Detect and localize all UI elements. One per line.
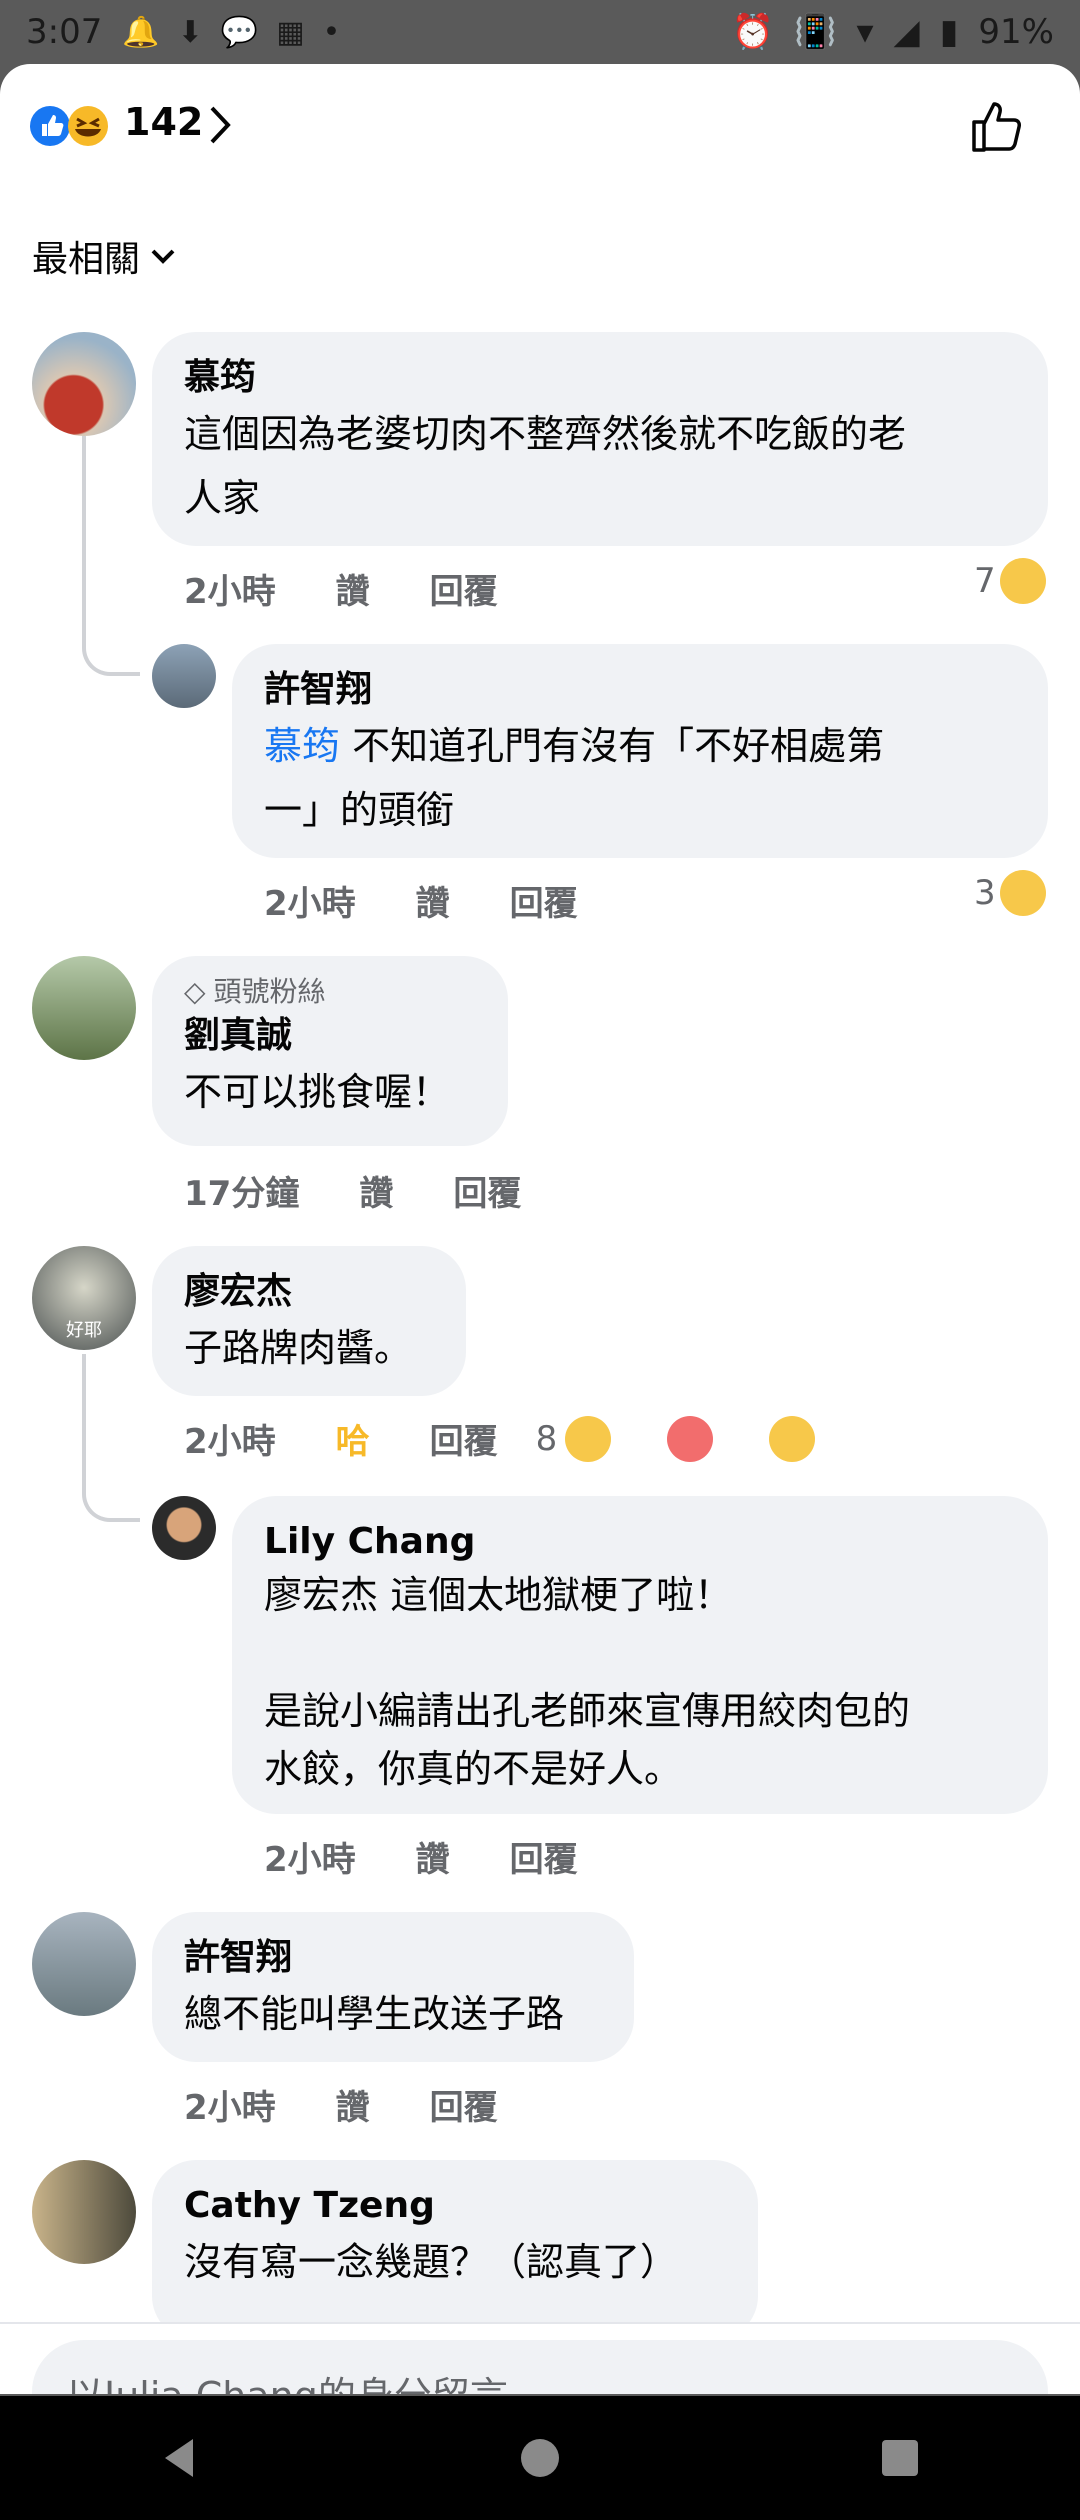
bell-icon: 🔔 xyxy=(122,14,160,50)
comment-reactions[interactable]: 3 xyxy=(974,870,1046,916)
chevron-down-icon xyxy=(151,249,175,264)
battery-level: 91% xyxy=(978,12,1054,52)
comment-author[interactable]: 慕筠 xyxy=(184,354,1016,402)
comment-actions: 17分鐘 讚 回覆 xyxy=(184,1166,581,1215)
comment-text: 不可以挑食喔！ xyxy=(184,1070,451,1114)
reply-action[interactable]: 回覆 xyxy=(430,2080,498,2129)
wow-icon xyxy=(769,1415,816,1462)
like-action[interactable]: 讚 xyxy=(336,2080,370,2129)
comment-text: 子路牌肉醬。 xyxy=(184,1326,413,1370)
comment-time: 2小時 xyxy=(184,2088,276,2128)
badge-label: 頭號粉絲 xyxy=(213,975,326,1008)
haha-icon xyxy=(999,870,1046,916)
comment-text: 總不能叫學生改送子路 xyxy=(184,1992,565,2036)
haha-icon xyxy=(999,558,1046,604)
dot-icon: • xyxy=(322,14,341,50)
comment-bubble: Cathy Tzeng 沒有寫一念幾題？（認真了） xyxy=(152,2160,758,2340)
comment-reactions[interactable]: 7 xyxy=(974,558,1046,604)
recents-icon[interactable] xyxy=(875,2433,925,2483)
comment-actions: 2小時 讚 回覆 xyxy=(264,876,638,925)
avatar[interactable] xyxy=(32,332,136,436)
download-icon: ⬇ xyxy=(177,14,203,50)
top-fan-badge: ◇ 頭號粉絲 xyxy=(184,972,476,1012)
avatar[interactable] xyxy=(32,2160,136,2264)
sort-label: 最相關 xyxy=(32,239,141,280)
comment-body: 不知道孔門有沒有「不好相處第 一」的頭銜 xyxy=(264,724,885,832)
comment-actions: 2小時 讚 回覆 xyxy=(184,564,558,613)
avatar[interactable] xyxy=(32,956,136,1060)
avatar[interactable] xyxy=(152,644,216,708)
reply-thread-line xyxy=(82,436,140,676)
haha-icon xyxy=(565,1415,612,1462)
comment-text: 廖宏杰 這個太地獄梗了啦！ 是說小編請出孔老師來宣傳用絞肉包的 水餃，你真的不是… xyxy=(264,1573,911,1791)
comment-input[interactable]: 以Julia Chang的身分留言 xyxy=(32,2340,1048,2394)
comment-author[interactable]: 廖宏杰 xyxy=(184,1268,434,1316)
comment-time: 17分鐘 xyxy=(184,1174,300,1214)
mention-link[interactable]: 慕筠 xyxy=(264,724,340,768)
avatar-caption: 好耶 xyxy=(66,1320,102,1341)
comment-text: 慕筠 不知道孔門有沒有「不好相處第 一」的頭銜 xyxy=(264,714,1016,842)
reply-action[interactable]: 回覆 xyxy=(430,1414,498,1463)
app-icon: ▦ xyxy=(276,14,305,50)
care-icon xyxy=(667,1415,714,1462)
diamond-icon: ◇ xyxy=(184,975,206,1008)
reaction-count: 3 xyxy=(974,873,996,913)
comment-time: 2小時 xyxy=(264,1840,356,1880)
like-haha-reaction-icons xyxy=(30,106,108,146)
comment-bubble: 廖宏杰 子路牌肉醬。 xyxy=(152,1246,466,1396)
like-action[interactable]: 讚 xyxy=(336,564,370,613)
reply-thread-line xyxy=(82,1354,140,1522)
comment-actions: 2小時 哈 回覆 8 xyxy=(184,1414,875,1463)
comment-author[interactable]: Lily Chang xyxy=(264,1518,1016,1566)
avatar[interactable] xyxy=(152,1496,216,1560)
comment-text: 這個因為老婆切肉不整齊然後就不吃飯的老 人家 xyxy=(184,412,907,520)
avatar[interactable]: 好耶 xyxy=(32,1246,136,1350)
navigation-bar xyxy=(0,2396,1080,2520)
like-action[interactable]: 讚 xyxy=(416,876,450,925)
comments-sheet: 142 最相關 慕筠 這個因為老婆切肉不整齊然後就不吃飯的老 人家 2小時 讚 … xyxy=(0,64,1080,2394)
home-icon[interactable] xyxy=(515,2433,565,2483)
reaction-count: 7 xyxy=(974,561,996,601)
alarm-icon: ⏰ xyxy=(731,12,775,52)
comment-author[interactable]: 劉真誠 xyxy=(184,1012,476,1060)
comment-actions: 2小時 讚 回覆 xyxy=(184,2080,558,2129)
chevron-right-icon[interactable] xyxy=(200,100,240,150)
comment-bubble: 慕筠 這個因為老婆切肉不整齊然後就不吃飯的老 人家 xyxy=(152,332,1048,546)
comment-time: 2小時 xyxy=(264,884,356,924)
comment-actions: 2小時 讚 回覆 xyxy=(264,1832,638,1881)
comment-bubble: 許智翔 慕筠 不知道孔門有沒有「不好相處第 一」的頭銜 xyxy=(232,644,1048,858)
comment-bubble: ◇ 頭號粉絲 劉真誠 不可以挑食喔！ xyxy=(152,956,508,1146)
like-thumb-icon[interactable] xyxy=(968,96,1028,156)
comment-text: 沒有寫一念幾題？（認真了） xyxy=(184,2240,679,2284)
like-action[interactable]: 讚 xyxy=(416,1832,450,1881)
sort-dropdown[interactable]: 最相關 xyxy=(32,230,178,282)
vibrate-icon: 📳 xyxy=(794,12,837,52)
back-icon[interactable] xyxy=(155,2433,205,2483)
avatar[interactable] xyxy=(32,1912,136,2016)
like-action[interactable]: 讚 xyxy=(359,1166,393,1215)
wifi-icon: ▾ xyxy=(856,12,874,52)
reaction-count: 142 xyxy=(124,100,204,144)
reply-action[interactable]: 回覆 xyxy=(430,564,498,613)
reaction-count[interactable]: 8 xyxy=(536,1419,558,1459)
status-time: 3:07 xyxy=(26,12,103,52)
reply-action[interactable]: 回覆 xyxy=(510,1832,578,1881)
comment-composer: 以Julia Chang的身分留言 xyxy=(0,2322,1080,2394)
reactions-header[interactable]: 142 xyxy=(0,64,1080,194)
status-bar: 3:07 🔔 ⬇ 💬 ▦ • ⏰ 📳 ▾ ◢ ▮ 91% xyxy=(0,0,1080,64)
messenger-icon: 💬 xyxy=(220,14,259,50)
comment-bubble: 許智翔 總不能叫學生改送子路 xyxy=(152,1912,634,2062)
comment-time: 2小時 xyxy=(184,572,276,612)
comment-time: 2小時 xyxy=(184,1422,276,1462)
comment-bubble: Lily Chang 廖宏杰 這個太地獄梗了啦！ 是說小編請出孔老師來宣傳用絞肉… xyxy=(232,1496,1048,1814)
reply-action[interactable]: 回覆 xyxy=(453,1166,521,1215)
comment-author[interactable]: 許智翔 xyxy=(264,666,1016,714)
reply-action[interactable]: 回覆 xyxy=(510,876,578,925)
comment-author[interactable]: Cathy Tzeng xyxy=(184,2182,726,2230)
signal-icon: ◢ xyxy=(893,12,920,52)
haha-reacted-action[interactable]: 哈 xyxy=(336,1414,370,1463)
battery-icon: ▮ xyxy=(939,12,959,52)
comment-author[interactable]: 許智翔 xyxy=(184,1934,602,1982)
